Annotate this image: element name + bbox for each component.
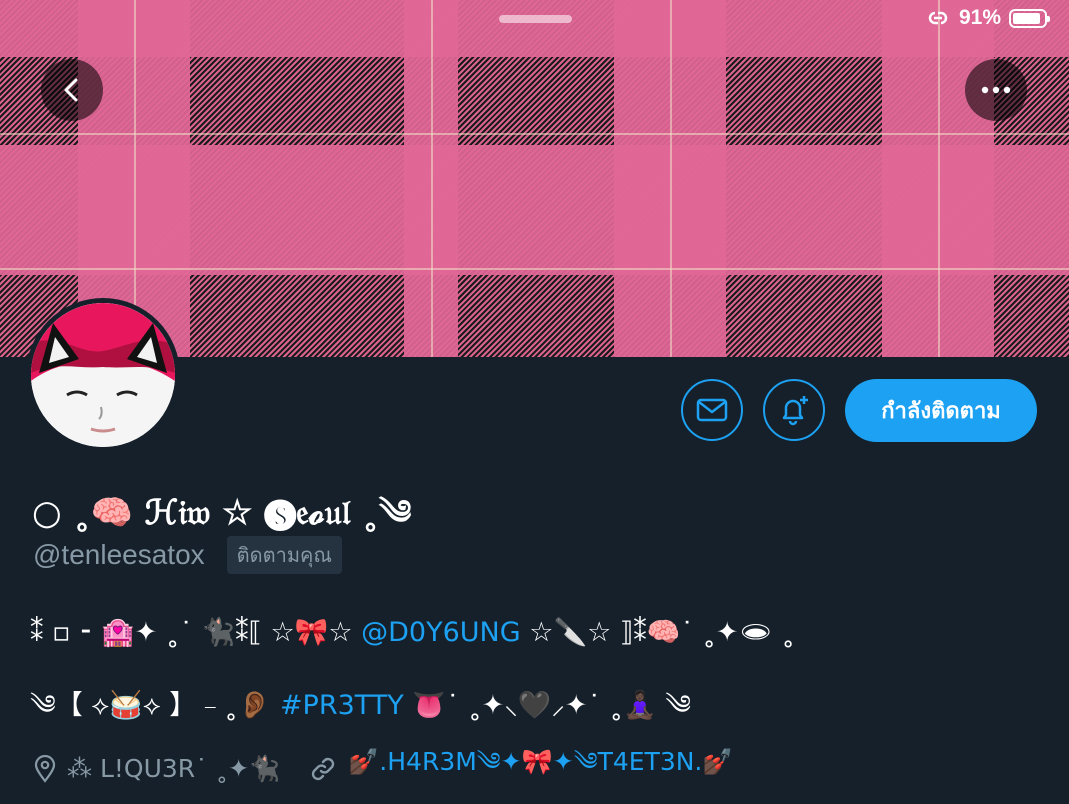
bio-text: ⁑ ▫︎ ⁃ 🏩✦ ˳˙ 🐈‍⬛⁑⟦ ☆🎀☆ [30,617,362,648]
link-icon [311,757,335,780]
profile-avatar[interactable] [26,298,180,452]
bio-text: 👅˙ ˳✦⸜🖤⸝✦˙ ˳🧘🏿‍♀️ ༄ [403,690,692,721]
multitasking-grabber[interactable] [499,15,572,23]
chevron-left-icon [64,78,78,102]
message-button[interactable] [681,379,743,441]
profile-location: ⁂ L!QU3R˙ ˳✦🐈‍⬛ [67,753,281,783]
profile-meta-row: ⁂ L!QU3R˙ ˳✦🐈‍⬛ 💅🏿.H4R3M༄✦🎀✦༄T4ET3N.💅🏿 [33,733,734,804]
more-icon [981,86,1011,94]
more-options-button[interactable] [965,59,1027,121]
bio-line-1: ⁑ ▫︎ ⁃ 🏩✦ ˳˙ 🐈‍⬛⁑⟦ ☆🎀☆ @D0Y6UNG ☆🔪☆ ⟧⁑🧠˙… [30,616,795,648]
back-button[interactable] [41,59,103,121]
bell-plus-icon [782,396,808,426]
mail-icon [696,398,728,422]
battery-percent: 91% [958,6,1001,29]
avatar-image [31,303,175,447]
bio-text: ༄【 ⟡🥁⟡ 】 ⎯ ˳👂🏾 [30,690,280,721]
bio-text: ☆🔪☆ ⟧⁑🧠˙ ˳✦🕳 ˳ [520,617,795,648]
location-pin-icon [34,754,56,783]
notifications-button[interactable] [763,379,825,441]
profile-banner[interactable] [0,0,1069,357]
battery-icon [1009,8,1050,28]
bio-hashtag-link[interactable]: #PR3TTY [280,690,404,721]
status-bar: 91% [925,6,1050,30]
follows-you-badge: ติดตามคุณ [226,536,342,574]
personal-hotspot-icon [928,11,948,25]
profile-website-link[interactable]: 💅🏿.H4R3M༄✦🎀✦༄T4ET3N.💅🏿 [348,733,733,804]
handle-row: @tenleesatox ติดตามคุณ [33,536,342,574]
profile-handle: @tenleesatox [33,539,205,570]
following-button[interactable]: กำลังติดตาม [845,379,1037,442]
bio-mention-link[interactable]: @D0Y6UNG [361,617,521,648]
